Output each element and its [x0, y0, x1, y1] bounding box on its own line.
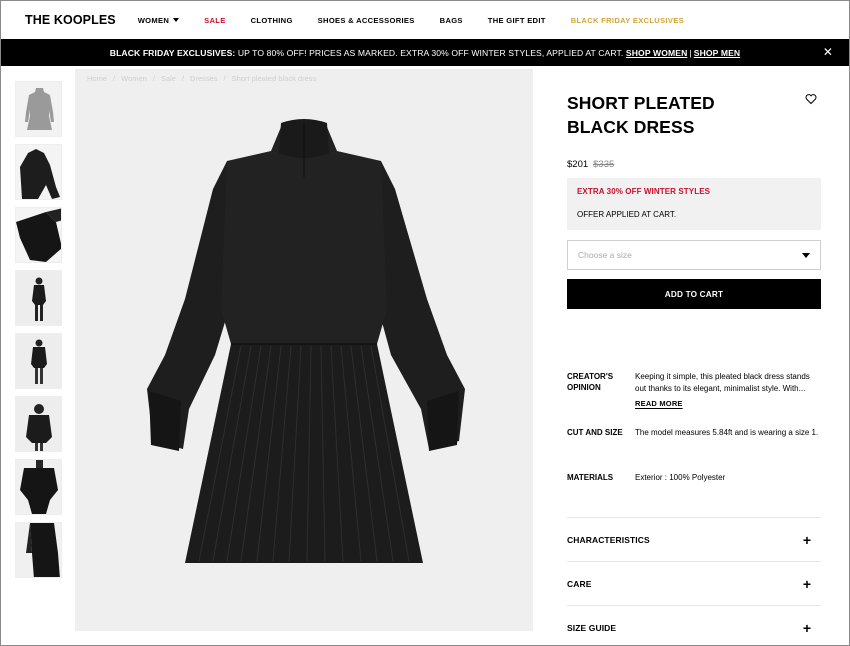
- size-select-placeholder: Choose a size: [578, 250, 632, 260]
- attribute-label: MATERIALS: [567, 473, 614, 482]
- thumbnail-7[interactable]: [15, 459, 62, 515]
- thumbnail-2[interactable]: [15, 144, 62, 200]
- accordion-care[interactable]: CARE +: [567, 561, 821, 605]
- chevron-down-icon: [802, 253, 810, 258]
- thumbnail-1[interactable]: [15, 81, 62, 137]
- thumbnail-6[interactable]: [15, 396, 62, 452]
- accordion-title: CHARACTERISTICS: [567, 534, 650, 545]
- attribute-cut-and-size: CUT AND SIZE The model measures 5.84ft a…: [567, 427, 821, 439]
- attribute-value: Keeping it simple, this pleated black dr…: [635, 372, 810, 393]
- promo-lead: BLACK FRIDAY EXCLUSIVES:: [109, 47, 236, 58]
- chevron-down-icon: [173, 18, 180, 22]
- accordion-title: CARE: [567, 578, 592, 589]
- dress-illustration: [147, 119, 465, 563]
- promo-separator: |: [689, 47, 692, 58]
- brand-logo[interactable]: THE KOOPLES: [25, 13, 116, 27]
- attribute-label: CREATOR'S OPINION: [567, 372, 614, 392]
- plus-icon: +: [802, 619, 811, 636]
- nav-item-shoes-accessories[interactable]: SHOES & ACCESSORIES: [318, 16, 415, 25]
- offer-box: EXTRA 30% OFF WINTER STYLES OFFER APPLIE…: [567, 178, 821, 230]
- read-more-link[interactable]: READ MORE: [635, 398, 683, 410]
- offer-title: EXTRA 30% OFF WINTER STYLES: [577, 187, 711, 196]
- thumbnail-4[interactable]: [15, 270, 62, 326]
- original-price: $335: [593, 159, 615, 170]
- nav-item-black-friday[interactable]: BLACK FRIDAY EXCLUSIVES: [571, 16, 684, 25]
- add-to-cart-button[interactable]: ADD TO CART: [567, 279, 821, 309]
- top-nav: THE KOOPLES WOMEN SALE CLOTHING SHOES & …: [1, 1, 849, 39]
- plus-icon: +: [802, 575, 811, 592]
- attribute-materials: MATERIALS Exterior : 100% Polyester: [567, 472, 821, 484]
- main-product-image[interactable]: Home / Women / Sale / Dresses / Short pl…: [75, 69, 533, 631]
- current-price: $201: [567, 159, 589, 170]
- nav-item-women[interactable]: WOMEN: [137, 15, 180, 25]
- attribute-value: Exterior : 100% Polyester: [635, 473, 726, 482]
- thumbnail-gallery: [15, 81, 63, 585]
- attribute-value: The model measures 5.84ft and is wearing…: [635, 428, 819, 437]
- nav-item-label: WOMEN: [137, 15, 170, 25]
- nav-item-clothing[interactable]: CLOTHING: [251, 16, 293, 25]
- shop-men-link[interactable]: SHOP MEN: [694, 48, 740, 58]
- nav-item-sale[interactable]: SALE: [204, 16, 225, 25]
- size-select[interactable]: Choose a size: [567, 240, 821, 270]
- promo-banner: BLACK FRIDAY EXCLUSIVES: UP TO 80% OFF! …: [1, 39, 849, 66]
- price: $201 $335: [567, 159, 614, 170]
- close-icon[interactable]: ✕: [823, 45, 833, 59]
- thumbnail-3[interactable]: [15, 207, 62, 263]
- promo-text: UP TO 80% OFF! PRICES AS MARKED. EXTRA 3…: [235, 47, 626, 58]
- offer-note: OFFER APPLIED AT CART.: [577, 210, 677, 219]
- thumbnail-5[interactable]: [15, 333, 62, 389]
- heart-icon[interactable]: [805, 93, 817, 105]
- accordion-size-guide[interactable]: SIZE GUIDE +: [567, 605, 821, 646]
- accordion-characteristics[interactable]: CHARACTERISTICS +: [567, 517, 821, 561]
- nav-item-gift-edit[interactable]: THE GIFT EDIT: [488, 16, 546, 25]
- plus-icon: +: [802, 531, 811, 548]
- thumbnail-8[interactable]: [15, 522, 62, 578]
- product-title: SHORT PLEATED BLACK DRESS: [567, 93, 715, 137]
- attribute-creators-opinion: CREATOR'S OPINION Keeping it simple, thi…: [567, 371, 821, 410]
- shop-women-link[interactable]: SHOP WOMEN: [626, 48, 687, 58]
- attribute-label: CUT AND SIZE: [567, 428, 623, 437]
- accordion-title: SIZE GUIDE: [567, 622, 617, 633]
- nav-item-bags[interactable]: BAGS: [440, 16, 463, 25]
